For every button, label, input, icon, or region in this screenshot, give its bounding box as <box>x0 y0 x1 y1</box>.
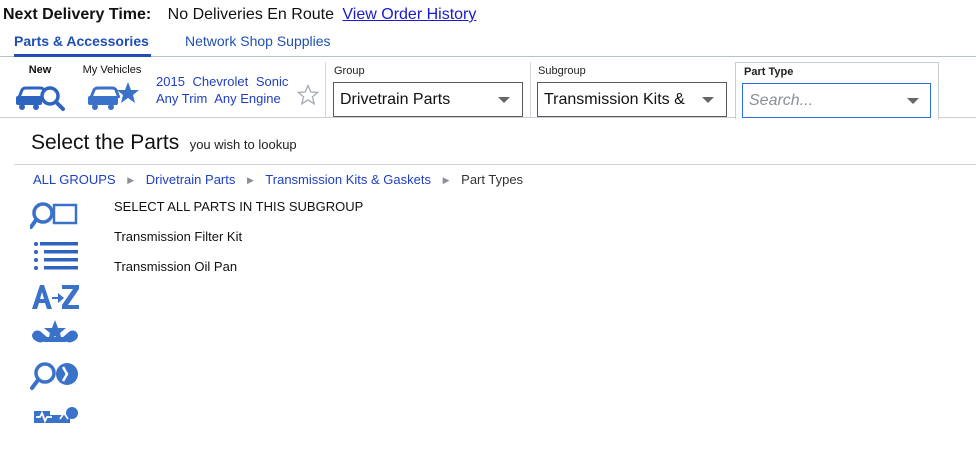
group-select[interactable]: Drivetrain Parts <box>333 82 523 117</box>
breadcrumb-separator-icon: ▶ <box>127 175 135 185</box>
tab-parts-accessories[interactable]: Parts & Accessories <box>14 32 151 57</box>
car-search-icon <box>16 86 65 111</box>
vehicle-trim[interactable]: Any Trim <box>156 91 207 106</box>
breadcrumb-separator-icon: ▶ <box>246 175 254 185</box>
subgroup-select-value: Transmission Kits & <box>544 91 685 108</box>
page-title: Select the Parts <box>31 131 180 154</box>
delivery-label: Next Delivery Time: <box>3 6 152 23</box>
chevron-down-icon[interactable] <box>907 98 919 104</box>
breadcrumb: ALL GROUPS ▶ Drivetrain Parts ▶ Transmis… <box>33 171 523 190</box>
divider <box>14 164 976 165</box>
subgroup-selector: Subgroup Transmission Kits & <box>530 62 736 118</box>
tab-network-shop-supplies[interactable]: Network Shop Supplies <box>185 32 331 50</box>
part-type-label: Part Type <box>744 66 794 78</box>
vehicle-year[interactable]: 2015 <box>156 74 185 89</box>
vehicle-diagnostic-icon[interactable] <box>30 399 80 433</box>
my-vehicles-button[interactable]: My Vehicles <box>78 64 146 112</box>
new-vehicle-label: New <box>28 64 52 76</box>
vehicle-bar: New My Vehicles 2015 Chevrolet Sonic Any… <box>0 58 976 119</box>
a-to-z-sort-icon[interactable] <box>30 279 80 313</box>
breadcrumb-transmission-kits[interactable]: Transmission Kits & Gaskets <box>265 172 431 187</box>
delivery-value: No Deliveries En Route <box>167 6 334 23</box>
list-item[interactable]: Transmission Filter Kit <box>114 228 242 245</box>
breadcrumb-current: Part Types <box>461 172 524 187</box>
part-type-field[interactable] <box>742 83 931 118</box>
breadcrumb-all-groups[interactable]: ALL GROUPS <box>33 172 116 187</box>
lookup-diagnostics-icon[interactable] <box>30 359 80 393</box>
vehicle-engine[interactable]: Any Engine <box>214 91 281 106</box>
chevron-down-icon <box>702 97 714 103</box>
select-all-parts-link[interactable]: SELECT ALL PARTS IN THIS SUBGROUP <box>114 198 363 215</box>
page-subtitle: you wish to lookup <box>189 137 297 152</box>
search-parts-icon[interactable] <box>30 199 80 233</box>
part-type-search-input[interactable] <box>743 84 903 117</box>
group-select-value: Drivetrain Parts <box>340 91 451 108</box>
car-favorite-icon <box>88 82 139 110</box>
favorite-star-icon[interactable] <box>297 84 319 106</box>
group-selector: Group Drivetrain Parts <box>325 62 531 118</box>
my-vehicles-label: My Vehicles <box>82 64 142 76</box>
breadcrumb-drivetrain-parts[interactable]: Drivetrain Parts <box>146 172 236 187</box>
vehicle-make[interactable]: Chevrolet <box>193 74 249 89</box>
chevron-down-icon <box>498 97 510 103</box>
part-type-selector: Part Type <box>735 62 939 119</box>
breadcrumb-separator-icon: ▶ <box>442 175 450 185</box>
favorites-tools-icon[interactable] <box>30 319 80 353</box>
list-item[interactable]: Transmission Oil Pan <box>114 258 237 275</box>
subgroup-select[interactable]: Transmission Kits & <box>537 82 727 117</box>
page-heading: Select the Parts you wish to lookup <box>31 130 297 156</box>
main-tabs: Parts & Accessories Network Shop Supplie… <box>0 30 976 57</box>
new-vehicle-button[interactable]: New <box>10 64 70 112</box>
view-order-history-link[interactable]: View Order History <box>342 6 476 23</box>
subgroup-label: Subgroup <box>538 65 586 77</box>
delivery-status: Next Delivery Time: No Deliveries En Rou… <box>3 5 476 25</box>
list-view-icon[interactable] <box>30 239 80 273</box>
vehicle-model[interactable]: Sonic <box>256 74 289 89</box>
group-label: Group <box>334 65 365 77</box>
selected-vehicle: 2015 Chevrolet Sonic Any Trim Any Engine <box>156 73 292 107</box>
